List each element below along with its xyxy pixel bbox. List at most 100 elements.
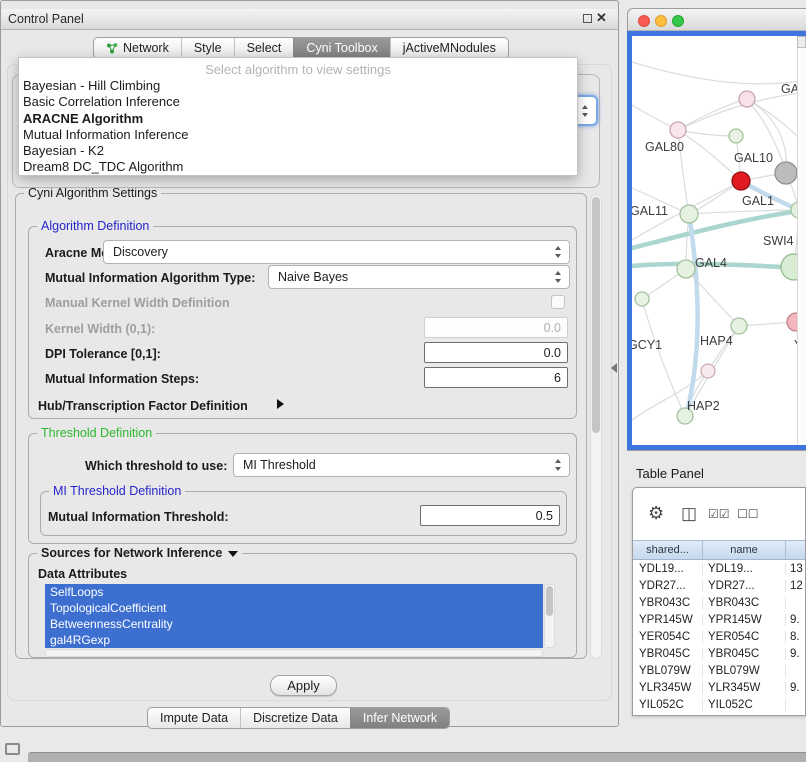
panel-divider-handle[interactable] [611,363,617,373]
node-label: HAP4 [700,334,733,348]
manual-kernel-width-checkbox [551,295,565,309]
table-cell-name[interactable]: YDL19... [703,563,786,575]
sources-title-text: Sources for Network Inference [41,546,222,560]
table-cell-shared-name[interactable]: YBL079W [633,665,703,677]
table-cell-name[interactable]: YLR345W [703,682,786,694]
settings-scrollbar-thumb[interactable] [592,197,600,433]
table-row: YBR043C YBR043C [633,594,805,611]
node-label: GAL4 [695,256,727,270]
tab-cyni-toolbox-label: Cyni Toolbox [306,41,377,55]
node-label: HAP2 [687,399,720,413]
table-cell-shared-name[interactable]: YDR27... [633,580,703,592]
table-cell-extra[interactable]: 9. [786,682,805,694]
table-cell-shared-name[interactable]: YBR045C [633,648,703,660]
network-node[interactable] [635,292,649,306]
network-node[interactable] [775,162,797,184]
table-row: YIL052C YIL052C [633,696,805,713]
tab-select[interactable]: Select [234,38,294,58]
mi-type-label: Mutual Information Algorithm Type: [45,271,255,285]
hub-definition-label[interactable]: Hub/Transcription Factor Definition [38,399,248,413]
mi-type-select[interactable]: Naive Bayes [268,265,570,289]
menu-item-bayesian-hill-climbing[interactable]: Bayesian - Hill Climbing [19,78,577,94]
network-canvas[interactable]: GALGAL80GAL10GAL11GAL1SWI4GAL4GCY1HAP4YH… [632,36,806,445]
table-settings-gear-icon[interactable]: ⚙ [648,503,664,524]
data-attribute-item[interactable]: gal4RGexp [45,632,543,648]
tab-discretize-data[interactable]: Discretize Data [240,708,350,728]
attributes-hscrollbar[interactable] [45,649,543,657]
network-node[interactable] [701,364,715,378]
mi-steps-field[interactable]: 6 [424,367,568,388]
float-window-icon[interactable] [583,14,592,23]
menu-item-bayesian-k2[interactable]: Bayesian - K2 [19,143,577,159]
table-cell-extra[interactable]: 9. [786,648,805,660]
which-threshold-select[interactable]: MI Threshold [233,453,570,477]
network-node[interactable] [680,205,698,223]
collapse-section-icon[interactable] [228,551,238,557]
node-label: GCY1 [632,338,662,352]
data-attribute-item[interactable]: SelfLoops [45,584,543,600]
table-cell-extra[interactable]: 13 [786,563,805,575]
data-attribute-item[interactable]: TopologicalCoefficient [45,600,543,616]
select-all-icon[interactable]: ☑☑ [708,507,730,521]
network-node[interactable] [670,122,686,138]
menu-item-dream8[interactable]: Dream8 DC_TDC Algorithm [19,159,577,175]
attributes-vscrollbar-thumb[interactable] [546,586,553,616]
table-cell-name[interactable]: YBR045C [703,648,786,660]
column-header-name[interactable]: name [703,541,786,559]
apply-button[interactable]: Apply [270,675,337,696]
zoom-traffic-light[interactable] [672,15,684,27]
tab-infer-network-label: Infer Network [363,711,437,725]
minimize-traffic-light[interactable] [655,15,667,27]
table-cell-name[interactable]: YBR043C [703,597,786,609]
close-icon[interactable]: ✕ [596,10,607,26]
table-cell-name[interactable]: YDR27... [703,580,786,592]
column-header-extra[interactable] [786,541,805,559]
table-cell-name[interactable]: YER054C [703,631,786,643]
tab-jactivemodules[interactable]: jActiveMNodules [390,38,508,58]
table-cell-shared-name[interactable]: YIL052C [633,699,703,711]
tab-impute-data[interactable]: Impute Data [148,708,240,728]
kernel-width-label: Kernel Width (0,1): [45,322,155,336]
tab-infer-network[interactable]: Infer Network [350,708,449,728]
table-cell-name[interactable]: YIL052C [703,699,786,711]
column-header-shared-name[interactable]: shared... [633,541,703,559]
network-node[interactable] [731,318,747,334]
table-cell-shared-name[interactable]: YDL19... [633,563,703,575]
tab-style[interactable]: Style [181,38,234,58]
mi-type-value: Naive Bayes [278,270,348,284]
control-panel-dock-icon[interactable] [5,743,20,755]
tab-network[interactable]: Network [94,38,181,58]
aracne-mode-select[interactable]: Discovery [103,240,570,264]
tab-cyni-toolbox[interactable]: Cyni Toolbox [293,38,389,58]
network-node[interactable] [677,260,695,278]
menu-item-aracne[interactable]: ARACNE Algorithm [19,111,577,127]
sources-group-title[interactable]: Sources for Network Inference [37,546,242,561]
mi-threshold-field[interactable]: 0.5 [420,505,560,526]
algorithm-dropdown-menu: Select algorithm to view settings Bayesi… [18,57,578,176]
node-label: SWI4 [763,234,794,248]
table-cell-extra[interactable]: 8. [786,631,805,643]
menu-item-mutual-information[interactable]: Mutual Information Inference [19,127,577,143]
table-cell-name[interactable]: YBL079W [703,665,786,677]
close-traffic-light[interactable] [638,15,650,27]
network-node[interactable] [732,172,750,190]
table-cell-shared-name[interactable]: YER054C [633,631,703,643]
data-attribute-item[interactable]: BetweennessCentrality [45,616,543,632]
table-cell-shared-name[interactable]: YBR043C [633,597,703,609]
table-cell-name[interactable]: YPR145W [703,614,786,626]
network-vscrollbar[interactable] [797,36,806,445]
table-cell-shared-name[interactable]: YPR145W [633,614,703,626]
network-vscrollbar-button[interactable] [797,36,806,48]
expand-section-icon[interactable] [277,399,284,409]
table-cell-extra[interactable]: 9. [786,614,805,626]
tab-network-label: Network [123,41,169,55]
dpi-tolerance-field[interactable]: 0.0 [424,342,568,363]
menu-item-basic-correlation[interactable]: Basic Correlation Inference [19,94,577,110]
cyni-bottom-tabbar: Impute Data Discretize Data Infer Networ… [147,707,450,729]
column-chooser-icon[interactable]: ◫ [681,504,697,524]
table-cell-shared-name[interactable]: YLR345W [633,682,703,694]
network-node[interactable] [739,91,755,107]
network-node[interactable] [729,129,743,143]
table-cell-extra[interactable]: 12 [786,580,805,592]
deselect-all-icon[interactable]: ☐☐ [737,507,759,521]
